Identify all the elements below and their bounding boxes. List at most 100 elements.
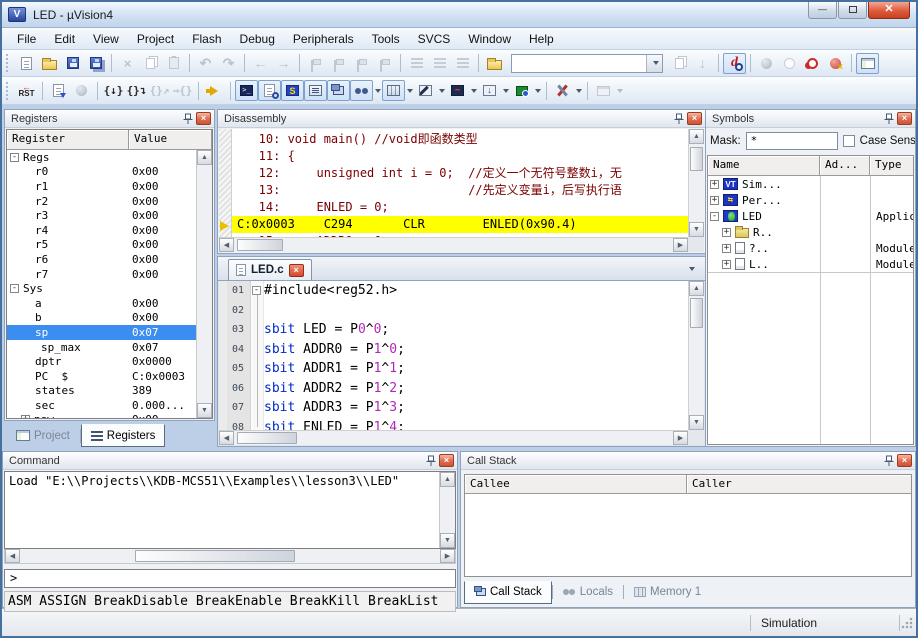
watch-dropdown-icon[interactable] (375, 89, 381, 93)
register-row[interactable]: r70x00 (7, 267, 196, 282)
debug-session-icon[interactable]: d (723, 53, 746, 74)
save-all-icon[interactable] (84, 53, 107, 74)
disassembly-window-toggle-icon[interactable] (258, 80, 281, 101)
scroll-down-icon[interactable]: ▼ (440, 533, 455, 548)
system-viewer-icon[interactable] (510, 80, 533, 101)
command-close-icon[interactable]: × (439, 454, 454, 467)
open-file-icon[interactable] (38, 53, 61, 74)
trace-window-icon[interactable]: ↓ (478, 80, 501, 101)
menu-item-svcs[interactable]: SVCS (409, 29, 460, 49)
redo-icon[interactable]: ↷ (217, 53, 240, 74)
resize-grip-icon[interactable] (900, 616, 914, 630)
find-next-icon[interactable] (668, 53, 691, 74)
watch-window-toggle-icon[interactable] (350, 80, 373, 101)
show-next-statement-icon[interactable] (203, 80, 226, 101)
editor-line[interactable]: 01-#include<reg52.h> (219, 281, 688, 301)
toolbox-dropdown-icon[interactable] (576, 89, 582, 93)
disassembly-line[interactable]: 13: //先定义变量i，后写执行语 (232, 182, 688, 199)
register-row[interactable]: sp_max0x07 (7, 340, 196, 355)
trace-dropdown-icon[interactable] (503, 89, 509, 93)
toolbox-icon[interactable] (551, 80, 574, 101)
insert-breakpoint-icon[interactable] (755, 53, 778, 74)
disassembly-current-line[interactable]: C:0x0003 C294 CLR ENLED(0x90.4) (232, 216, 688, 233)
menu-item-view[interactable]: View (84, 29, 128, 49)
symbol-row[interactable]: +?..Module (708, 240, 913, 256)
tree-expander-icon[interactable]: + (722, 228, 731, 237)
scroll-right-icon[interactable]: ▶ (673, 431, 688, 445)
toolbar-grip[interactable] (6, 54, 11, 72)
menu-item-project[interactable]: Project (128, 29, 183, 49)
tree-expander-icon[interactable]: - (10, 284, 19, 293)
tab-memory-1[interactable]: Memory 1 (624, 581, 711, 604)
scrollbar-thumb[interactable] (237, 432, 297, 444)
pin-icon[interactable] (183, 113, 193, 125)
menu-item-tools[interactable]: Tools (363, 29, 409, 49)
callstack-col-caller[interactable]: Caller (687, 475, 911, 494)
save-icon[interactable] (61, 53, 84, 74)
tab-locals[interactable]: Locals (553, 581, 623, 604)
menu-item-edit[interactable]: Edit (45, 29, 84, 49)
fold-collapse-icon[interactable]: - (252, 286, 261, 295)
paste-icon[interactable] (162, 53, 185, 74)
bookmark-toggle-icon[interactable] (304, 53, 327, 74)
pin-icon[interactable] (674, 113, 684, 125)
symbols-col-name[interactable]: Name (708, 156, 820, 176)
scroll-down-icon[interactable]: ▼ (689, 222, 704, 237)
memory-dropdown-icon[interactable] (407, 89, 413, 93)
run-icon[interactable] (47, 80, 70, 101)
incremental-find-icon[interactable]: ↓ (691, 53, 714, 74)
register-row[interactable]: a0x00 (7, 296, 196, 311)
stop-icon[interactable] (70, 80, 93, 101)
scroll-right-icon[interactable]: ▶ (440, 549, 455, 563)
bookmark-next-icon[interactable] (327, 53, 350, 74)
bookmark-clear-icon[interactable] (373, 53, 396, 74)
editor-line[interactable]: 07sbit ADDR3 = P1^3; (219, 398, 688, 418)
register-row[interactable]: sec0.000... (7, 398, 196, 413)
register-row[interactable]: r20x00 (7, 194, 196, 209)
register-row[interactable]: r60x00 (7, 252, 196, 267)
register-row[interactable]: states389 (7, 384, 196, 399)
step-into-icon[interactable]: {↓} (102, 80, 125, 101)
navigate-back-icon[interactable]: ← (249, 53, 272, 74)
scrollbar-thumb[interactable] (237, 239, 283, 251)
tree-expander-icon[interactable]: + (21, 415, 30, 418)
step-over-icon[interactable]: {}↴ (125, 80, 148, 101)
pin-icon[interactable] (884, 113, 894, 125)
find-dropdown-button[interactable] (646, 55, 662, 72)
tab-project[interactable]: Project (6, 424, 80, 447)
symbol-row[interactable]: +L..Module (708, 256, 913, 272)
scroll-left-icon[interactable]: ◀ (5, 549, 20, 563)
command-window-toggle-icon[interactable]: >_ (235, 80, 258, 101)
restore-button[interactable] (838, 2, 867, 19)
close-button[interactable]: ✕ (868, 2, 910, 19)
command-keywords[interactable]: ASM ASSIGN BreakDisable BreakEnable Brea… (4, 591, 456, 612)
editor-line[interactable]: 02 (219, 301, 688, 321)
tab-call-stack[interactable]: Call Stack (464, 581, 552, 604)
tab-registers[interactable]: Registers (81, 424, 166, 447)
registers-close-icon[interactable]: × (196, 112, 211, 125)
new-file-icon[interactable] (15, 53, 38, 74)
scroll-down-icon[interactable]: ▼ (197, 403, 212, 418)
tree-expander-icon[interactable]: - (10, 153, 19, 162)
case-sensitive-checkbox[interactable] (843, 135, 855, 147)
callstack-window-toggle-icon[interactable] (327, 80, 350, 101)
minimize-button[interactable]: — (808, 2, 837, 19)
cut-icon[interactable]: × (116, 53, 139, 74)
registers-col-value[interactable]: Value (129, 130, 212, 150)
tree-expander-icon[interactable]: - (710, 212, 719, 221)
step-out-icon[interactable]: {}↗ (148, 80, 171, 101)
register-row[interactable]: b0x00 (7, 311, 196, 326)
editor-body[interactable]: 01-#include<reg52.h>0203sbit LED = P0^0;… (219, 281, 704, 445)
editor-line[interactable]: 04sbit ADDR0 = P1^0; (219, 340, 688, 360)
disassembly-line[interactable]: 11: { (232, 148, 688, 165)
register-row[interactable]: sp0x07 (7, 325, 196, 340)
disassembly-line[interactable]: 12: unsigned int i = 0; //定义一个无符号整数i，无 (232, 165, 688, 182)
disassembly-close-icon[interactable]: × (687, 112, 702, 125)
editor-line[interactable]: 03sbit LED = P0^0; (219, 320, 688, 340)
register-row[interactable]: -Sys (7, 281, 196, 296)
tree-expander-icon[interactable]: + (710, 180, 719, 189)
disassembly-line[interactable]: 14: ENLED = 0; (232, 199, 688, 216)
project-window-toggle-icon[interactable] (856, 53, 879, 74)
callstack-close-icon[interactable]: × (897, 454, 912, 467)
tree-expander-icon[interactable]: + (722, 260, 731, 269)
